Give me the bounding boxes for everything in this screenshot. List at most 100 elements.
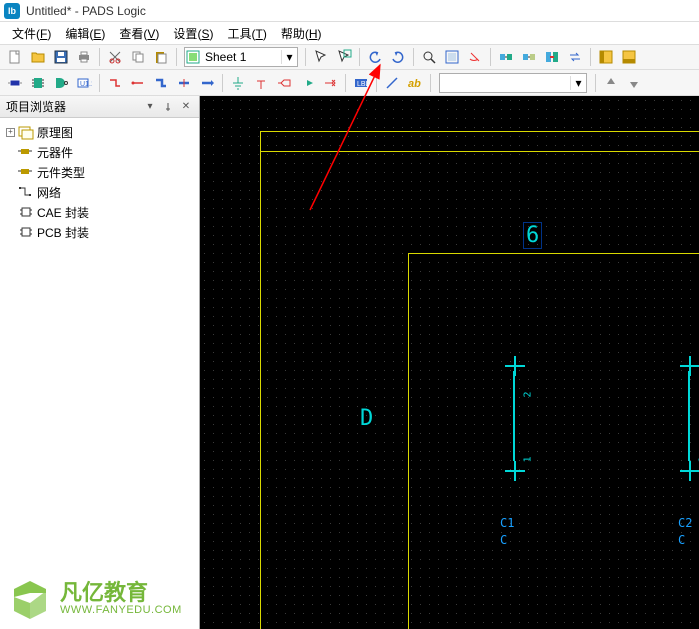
frame-border-inner — [408, 253, 699, 629]
menu-help[interactable]: 帮助(H) — [275, 23, 328, 44]
undo-button[interactable] — [364, 46, 386, 68]
layout-link-button[interactable] — [495, 46, 517, 68]
extend-bus-button[interactable] — [196, 72, 218, 94]
name-selector[interactable]: ▾ — [439, 73, 587, 93]
separator — [176, 48, 177, 66]
open-button[interactable] — [27, 46, 49, 68]
move-up-button[interactable] — [600, 72, 622, 94]
bus-button[interactable] — [150, 72, 172, 94]
select-area-button[interactable] — [333, 46, 355, 68]
offpage-button[interactable] — [296, 72, 318, 94]
menu-file[interactable]: 文件(F) — [6, 23, 57, 44]
panel-menu-icon[interactable]: ▾ — [143, 100, 157, 114]
refresh-button[interactable] — [464, 46, 486, 68]
toggle-panel-button[interactable] — [595, 46, 617, 68]
nets-icon — [18, 185, 34, 199]
chevron-down-icon[interactable]: ▾ — [281, 50, 297, 64]
compare-button[interactable] — [541, 46, 563, 68]
separator — [376, 74, 377, 92]
part-button[interactable] — [4, 72, 26, 94]
split-bus-button[interactable] — [173, 72, 195, 94]
close-icon[interactable]: ✕ — [179, 100, 193, 114]
menubar: 文件(F) 编辑(E) 查看(V) 设置(S) 工具(T) 帮助(H) — [0, 22, 699, 44]
zoom-sheet-button[interactable] — [441, 46, 463, 68]
spacer — [6, 228, 15, 237]
tree-item-schematic[interactable]: + 原理图 — [2, 122, 197, 142]
component-pin[interactable] — [680, 461, 699, 481]
project-tree: + 原理图 元器件 元件类型 网络 CAE 封 — [0, 118, 199, 629]
svg-text:ab: ab — [408, 78, 421, 90]
spacer — [6, 168, 15, 177]
sheet-selector[interactable]: ▾ — [184, 47, 298, 67]
schematic-canvas[interactable]: 6 D 1 2 1 C1 C C2 C — [200, 96, 699, 629]
spacer — [6, 148, 15, 157]
chevron-down-icon[interactable]: ▾ — [570, 76, 586, 90]
tree-item-cae[interactable]: CAE 封装 — [2, 202, 197, 222]
value-c1[interactable]: C — [500, 533, 507, 547]
component-pin[interactable] — [680, 356, 699, 376]
tree-label: 网络 — [37, 184, 61, 201]
cut-button[interactable] — [104, 46, 126, 68]
tree-item-components[interactable]: 元器件 — [2, 142, 197, 162]
tree-label: 元器件 — [37, 144, 73, 161]
tree-item-pcb[interactable]: PCB 封装 — [2, 222, 197, 242]
tree-item-nets[interactable]: 网络 — [2, 182, 197, 202]
components-icon — [18, 145, 34, 159]
toolbar-schematic: U1.1 LBL ab ▾ — [0, 70, 699, 96]
workspace: 项目浏览器 ▾ ✕ + 原理图 元器件 元件类型 — [0, 96, 699, 629]
panel-title: 项目浏览器 — [6, 98, 66, 115]
menu-edit[interactable]: 编辑(E) — [59, 23, 111, 44]
redo-button[interactable] — [387, 46, 409, 68]
svg-text:LBL: LBL — [357, 81, 369, 88]
watermark-name: 凡亿教育 — [60, 582, 182, 604]
new-button[interactable] — [4, 46, 26, 68]
route-link-button[interactable] — [518, 46, 540, 68]
text-button[interactable]: ab — [404, 72, 426, 94]
tree-item-parttypes[interactable]: 元件类型 — [2, 162, 197, 182]
project-browser-panel: 项目浏览器 ▾ ✕ + 原理图 元器件 元件类型 — [0, 96, 200, 629]
refdes-c2[interactable]: C2 — [678, 516, 692, 530]
draw-line-button[interactable] — [381, 72, 403, 94]
print-button[interactable] — [73, 46, 95, 68]
paste-button[interactable] — [150, 46, 172, 68]
menu-view[interactable]: 查看(V) — [113, 23, 165, 44]
ic-button[interactable] — [27, 72, 49, 94]
swap-button[interactable] — [564, 46, 586, 68]
separator — [99, 74, 100, 92]
pin-icon[interactable] — [161, 100, 175, 114]
version-button[interactable]: U1.1 — [73, 72, 95, 94]
net-flag-button[interactable] — [273, 72, 295, 94]
copy-button[interactable] — [127, 46, 149, 68]
panel-header: 项目浏览器 ▾ ✕ — [0, 96, 199, 118]
power-button[interactable] — [250, 72, 272, 94]
tree-label: CAE 封装 — [37, 204, 89, 221]
sheet-input[interactable] — [201, 50, 281, 64]
zoom-button[interactable] — [418, 46, 440, 68]
refdes-c1[interactable]: C1 — [500, 516, 514, 530]
save-button[interactable] — [50, 46, 72, 68]
expand-icon[interactable]: + — [6, 128, 15, 137]
move-down-button[interactable] — [623, 72, 645, 94]
wire-button[interactable] — [104, 72, 126, 94]
component-pin[interactable] — [505, 461, 525, 481]
component-pin[interactable] — [505, 356, 525, 376]
cae-icon — [18, 205, 34, 219]
wire[interactable] — [513, 371, 515, 461]
noconnect-button[interactable] — [319, 72, 341, 94]
gate-button[interactable] — [50, 72, 72, 94]
wire[interactable] — [688, 371, 690, 461]
watermark: 凡亿教育 WWW.FANYEDU.COM — [8, 577, 182, 621]
name-input[interactable] — [440, 76, 570, 90]
spacer — [6, 208, 15, 217]
label-button[interactable]: LBL — [350, 72, 372, 94]
menu-tools[interactable]: 工具(T) — [221, 23, 272, 44]
select-button[interactable] — [310, 46, 332, 68]
separator — [595, 74, 596, 92]
menu-settings[interactable]: 设置(S) — [167, 23, 219, 44]
value-c2[interactable]: C — [678, 533, 685, 547]
ground-button[interactable] — [227, 72, 249, 94]
continue-wire-button[interactable] — [127, 72, 149, 94]
schematic-icon — [18, 125, 34, 139]
separator — [490, 48, 491, 66]
output-panel-button[interactable] — [618, 46, 640, 68]
